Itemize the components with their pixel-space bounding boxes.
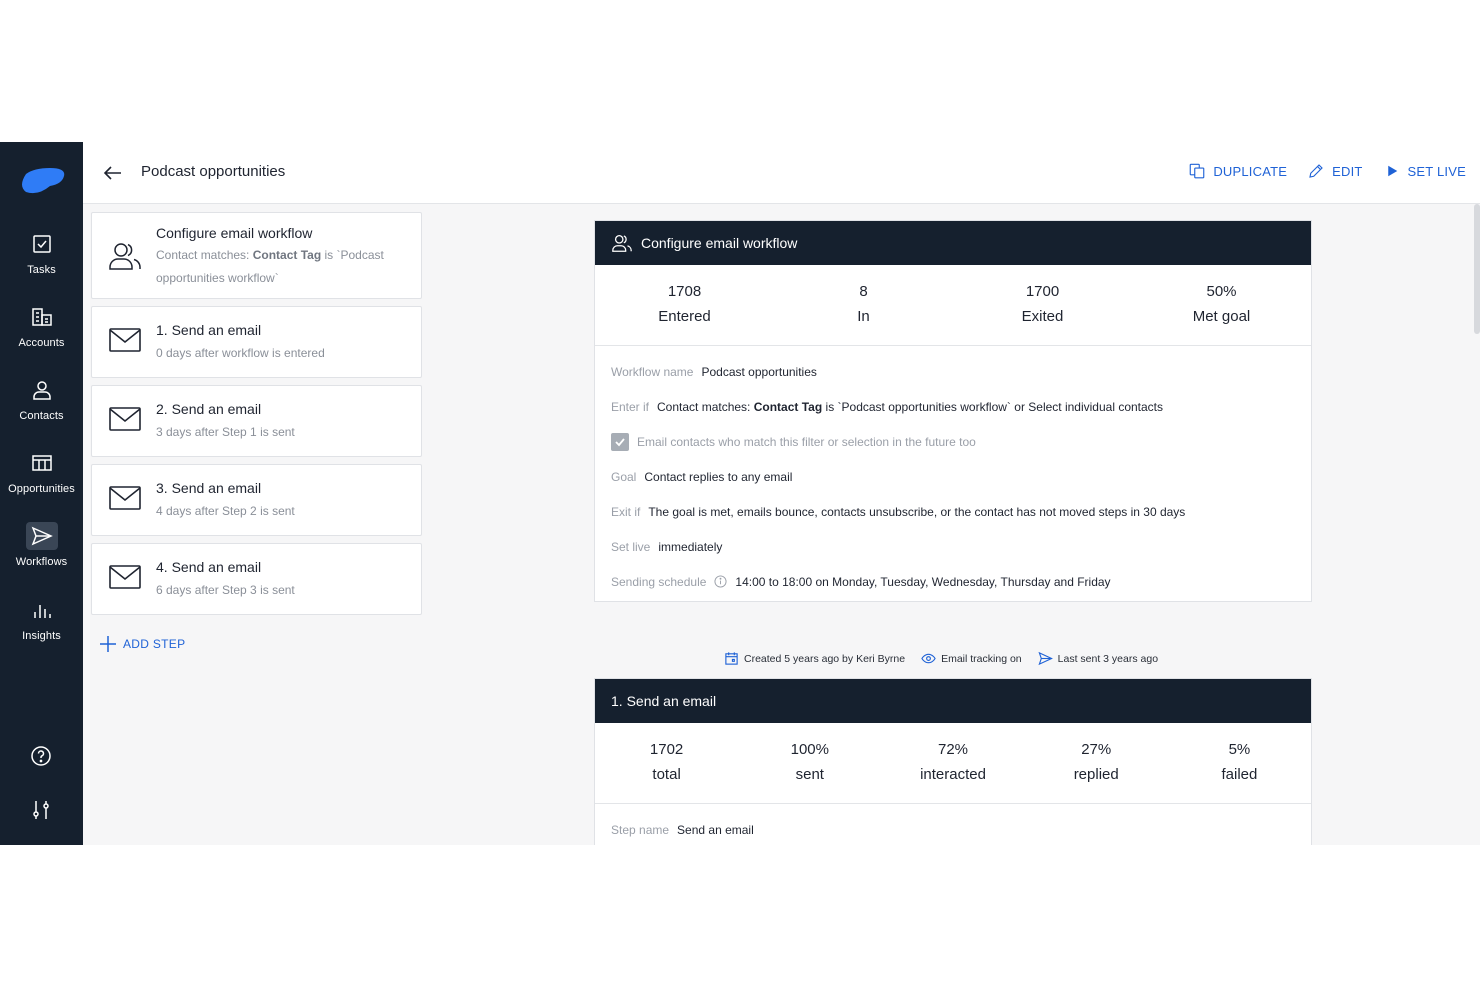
step-card-2[interactable]: 2. Send an email 3 days after Step 1 is … <box>91 385 422 457</box>
sending-schedule-row: Sending schedule 14:00 to 18:00 on Monda… <box>611 574 1111 589</box>
config-stats: 1708 Entered 8 In 1700 Exited 50% Met goal <box>595 265 1311 346</box>
step-card-configure[interactable]: Configure email workflow Contact matches… <box>91 212 422 299</box>
config-card-title: Configure email workflow <box>641 235 798 251</box>
step-title: 3. Send an email <box>156 480 262 496</box>
header: Podcast opportunities DUPLICATE EDIT SET… <box>83 142 1480 204</box>
email-card-title: 1. Send an email <box>611 693 717 709</box>
step-title: 2. Send an email <box>156 401 262 417</box>
future-contacts-row: Email contacts who match this filter or … <box>611 424 1295 459</box>
step-subtitle: 4 days after Step 2 is sent <box>156 504 295 518</box>
checkbox-icon <box>32 235 51 253</box>
add-step-button[interactable]: ADD STEP <box>99 635 185 653</box>
sidebar-item-insights[interactable]: Insights <box>0 596 83 662</box>
tracking-info: Email tracking on <box>921 651 1022 666</box>
sidebar-item-label: Opportunities <box>8 483 75 495</box>
sidebar-item-opportunities[interactable]: Opportunities <box>0 449 83 515</box>
stat-interacted: 72% interacted <box>920 741 986 783</box>
duplicate-label: DUPLICATE <box>1213 163 1288 179</box>
step-name-row: Step name Send an email <box>611 822 754 837</box>
edit-button[interactable]: EDIT <box>1307 162 1362 180</box>
stat-exited: 1700 Exited <box>1021 283 1064 325</box>
email-details: Step name Send an email <box>595 804 1311 845</box>
person-icon <box>32 381 51 400</box>
app-window: Tasks Accounts Contacts Opportunities Wo… <box>0 142 1480 845</box>
stat-in: 8 In <box>857 283 870 325</box>
edit-label: EDIT <box>1332 163 1363 179</box>
duplicate-icon <box>1190 163 1205 179</box>
help-icon[interactable] <box>29 744 53 768</box>
set-live-row: Set live immediately <box>611 539 723 554</box>
stat-sent: 100% sent <box>790 741 829 783</box>
sidebar-item-accounts[interactable]: Accounts <box>0 303 83 369</box>
step-subtitle: 6 days after Step 3 is sent <box>156 583 295 597</box>
future-contacts-checkbox[interactable] <box>611 432 629 451</box>
set-live-label: SET LIVE <box>1407 163 1466 179</box>
logo-icon[interactable] <box>20 166 66 196</box>
send-icon <box>1038 651 1053 666</box>
step-subtitle: 3 days after Step 1 is sent <box>156 425 295 439</box>
set-live-button[interactable]: SET LIVE <box>1383 162 1466 180</box>
bar-chart-icon <box>33 605 51 618</box>
plus-icon <box>100 636 116 652</box>
send-icon <box>31 526 53 546</box>
sidebar-item-label: Insights <box>22 630 61 642</box>
stat-met-goal: 50% Met goal <box>1192 283 1251 325</box>
stat-total: 1702 total <box>649 741 684 783</box>
step-subtitle: Contact matches: Contact Tag is `Podcast… <box>156 248 384 285</box>
back-arrow-icon[interactable] <box>101 161 125 185</box>
last-sent-info: Last sent 3 years ago <box>1038 651 1158 666</box>
sidebar-item-label: Workflows <box>15 556 68 568</box>
step-card-1[interactable]: 1. Send an email 0 days after workflow i… <box>91 306 422 378</box>
config-card-header: Configure email workflow <box>595 221 1311 265</box>
people-icon <box>109 243 141 270</box>
step-card-4[interactable]: 4. Send an email 6 days after Step 3 is … <box>91 543 422 615</box>
pencil-icon <box>1309 164 1323 178</box>
goal-row: Goal Contact replies to any email <box>611 469 793 484</box>
play-icon <box>1387 165 1397 177</box>
email-stats: 1702 total 100% sent 72% interacted 27% repl… <box>595 723 1311 804</box>
checkmark-icon <box>615 437 625 446</box>
sidebar-item-tasks[interactable]: Tasks <box>0 230 83 296</box>
sidebar-item-label: Tasks <box>27 264 56 276</box>
email-card-header: 1. Send an email <box>595 679 1311 723</box>
calendar-icon <box>725 652 738 665</box>
sidebar-item-contacts[interactable]: Contacts <box>0 376 83 442</box>
config-details: Workflow name Podcast opportunities Enter… <box>595 346 1311 611</box>
step-title: Configure email workflow <box>156 225 313 241</box>
page-title: Podcast opportunities <box>141 163 286 180</box>
sidebar: Tasks Accounts Contacts Opportunities Wo… <box>0 142 83 845</box>
envelope-icon <box>109 565 141 589</box>
eye-icon <box>921 653 936 664</box>
people-icon <box>612 235 632 252</box>
envelope-icon <box>109 486 141 510</box>
scrollbar[interactable] <box>1474 204 1480 334</box>
settings-sliders-icon[interactable] <box>29 798 53 822</box>
stat-failed: 5% failed <box>1221 741 1258 783</box>
sidebar-item-label: Contacts <box>19 410 64 422</box>
step-title: 1. Send an email <box>156 322 262 338</box>
step-title: 4. Send an email <box>156 559 262 575</box>
step-subtitle: 0 days after workflow is entered <box>156 346 325 360</box>
created-info: Created 5 years ago by Keri Byrne <box>724 651 905 666</box>
step-card-3[interactable]: 3. Send an email 4 days after Step 2 is … <box>91 464 422 536</box>
building-icon <box>31 308 52 326</box>
add-step-label: ADD STEP <box>123 637 186 651</box>
enter-if-row: Enter if Contact matches: Contact Tag is … <box>611 399 1164 414</box>
table-icon <box>31 455 52 471</box>
envelope-icon <box>109 328 141 352</box>
sidebar-item-workflows[interactable]: Workflows <box>0 522 83 588</box>
workflow-name-row: Workflow name Podcast opportunities <box>611 364 817 379</box>
workflow-meta: Created 5 years ago by Keri Byrne Email … <box>724 651 1158 666</box>
email-step-card: 1. Send an email 1702 total 100% sent 72% i… <box>594 678 1312 845</box>
exit-if-row: Exit if The goal is met, emails bounce, c… <box>611 504 1186 519</box>
envelope-icon <box>109 407 141 431</box>
sidebar-item-label: Accounts <box>18 337 65 349</box>
stat-entered: 1708 Entered <box>658 283 711 325</box>
header-actions: DUPLICATE EDIT SET LIVE <box>1188 162 1466 180</box>
duplicate-button[interactable]: DUPLICATE <box>1188 162 1287 180</box>
config-card: Configure email workflow 1708 Entered 8 In… <box>594 220 1312 602</box>
info-icon[interactable] <box>714 575 727 588</box>
stat-replied: 27% replied <box>1073 741 1119 783</box>
